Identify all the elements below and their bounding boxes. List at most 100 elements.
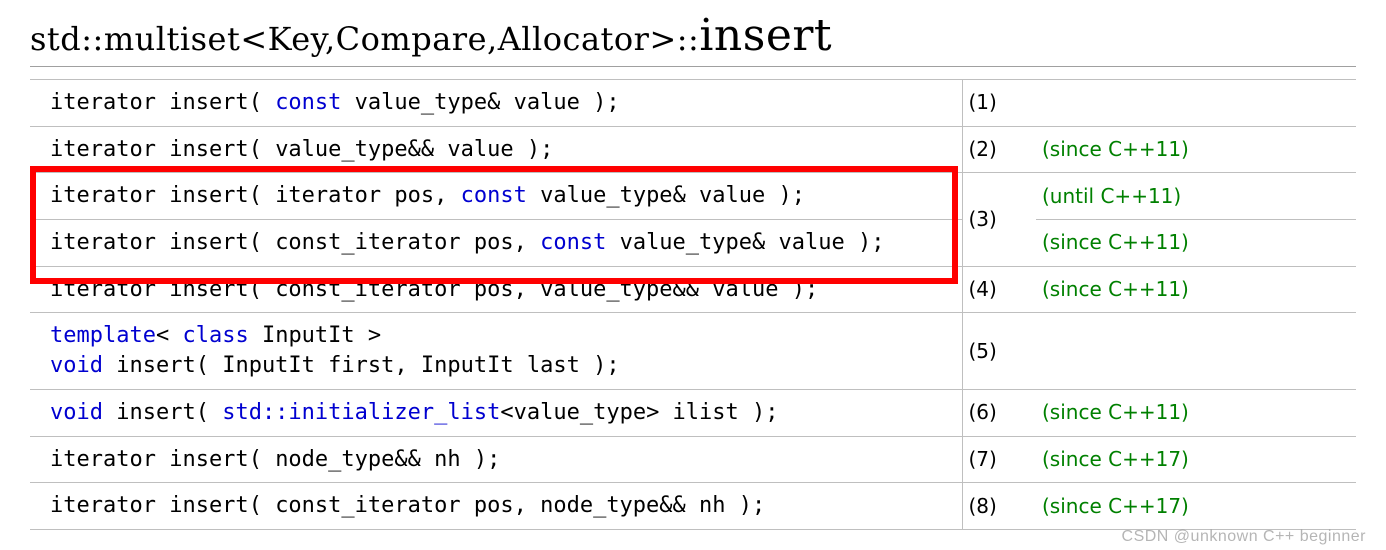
signature-cell: iterator insert( const_iterator pos, nod… — [30, 483, 962, 530]
code-token: & — [673, 183, 686, 208]
code-token: value — [765, 230, 858, 255]
code-token: iterator insert — [50, 277, 249, 302]
code-token: value_type — [275, 137, 407, 162]
code-token: value — [699, 277, 792, 302]
version-note: (since C++11) — [1036, 220, 1356, 267]
version-note: (since C++11) — [1036, 266, 1356, 313]
signature-cell: template< class InputIt >void insert( In… — [30, 313, 962, 389]
code-token: > — [368, 323, 381, 348]
code-token: iterator insert — [50, 493, 249, 518]
declarations-table: iterator insert( const value_type& value… — [30, 79, 1356, 530]
table-row: iterator insert( const_iterator pos, val… — [30, 266, 1356, 313]
version-note — [1036, 80, 1356, 127]
code-token: ( — [196, 353, 223, 378]
table-row: iterator insert( node_type&& nh ); (7)(si… — [30, 436, 1356, 483]
code-token: iterator insert — [50, 183, 249, 208]
code-token: const_iterator pos, value_type — [275, 277, 672, 302]
code-token: ; — [606, 353, 619, 378]
code-token: ) — [792, 277, 805, 302]
overload-number: (7) — [962, 436, 1036, 483]
code-line: iterator insert( iterator pos, const val… — [50, 181, 932, 211]
code-line: void insert( std::initializer_list<value… — [50, 398, 932, 428]
code-token: ( — [249, 277, 276, 302]
code-token: & — [487, 90, 500, 115]
code-token: < — [156, 323, 169, 348]
code-token: ; — [487, 447, 500, 472]
code-token: ) — [593, 353, 606, 378]
code-token: insert — [103, 353, 196, 378]
code-line: template< class InputIt > — [50, 321, 932, 351]
code-token: iterator insert — [50, 90, 249, 115]
code-line: iterator insert( const value_type& value… — [50, 88, 932, 118]
link-token: std::initializer_list — [222, 400, 500, 425]
code-token: ( — [249, 137, 276, 162]
code-token: const_iterator pos, node_type — [275, 493, 659, 518]
code-token: value_type — [527, 183, 673, 208]
code-token: ) — [593, 90, 606, 115]
title-prefix: std::multiset<Key,Compare,Allocator>:: — [30, 20, 699, 58]
table-row: iterator insert( const_iterator pos, con… — [30, 220, 1356, 267]
overload-number: (6) — [962, 389, 1036, 436]
code-token: ( — [249, 447, 276, 472]
code-token: ) — [527, 137, 540, 162]
code-token: ) — [752, 400, 765, 425]
code-token: iterator insert — [50, 137, 249, 162]
overload-number: (5) — [962, 313, 1036, 389]
code-token: nh — [686, 493, 739, 518]
version-note: (until C++11) — [1036, 173, 1356, 220]
code-token: nh — [421, 447, 474, 472]
code-token: iterator insert — [50, 447, 249, 472]
table-row: iterator insert( const value_type& value… — [30, 80, 1356, 127]
overload-number: (4) — [962, 266, 1036, 313]
signature-cell: iterator insert( value_type&& value ); — [30, 126, 962, 173]
code-token: value — [434, 137, 527, 162]
keyword-token: void — [50, 353, 103, 378]
code-token: ) — [474, 447, 487, 472]
code-token: ; — [792, 183, 805, 208]
version-note: (since C++17) — [1036, 436, 1356, 483]
code-token: ( — [249, 183, 276, 208]
code-token: && — [673, 277, 700, 302]
code-token: value — [686, 183, 779, 208]
code-line: iterator insert( const_iterator pos, val… — [50, 275, 932, 305]
code-token: ( — [196, 400, 223, 425]
code-token: < — [500, 400, 513, 425]
code-token: ( — [249, 230, 276, 255]
code-token: ; — [752, 493, 765, 518]
page-title: std::multiset<Key,Compare,Allocator>::in… — [30, 10, 1356, 67]
version-note — [1036, 313, 1356, 389]
code-token: value_type — [606, 230, 752, 255]
code-token: ilist — [659, 400, 752, 425]
table-row: iterator insert( const_iterator pos, nod… — [30, 483, 1356, 530]
keyword-token: void — [50, 400, 103, 425]
code-token: InputIt — [249, 323, 368, 348]
code-token: && — [394, 447, 421, 472]
code-token: && — [408, 137, 435, 162]
signature-cell: iterator insert( const_iterator pos, con… — [30, 220, 962, 267]
code-token: iterator insert — [50, 230, 249, 255]
code-token: ) — [858, 230, 871, 255]
code-token: ; — [805, 277, 818, 302]
code-token: value — [500, 90, 593, 115]
version-note: (since C++11) — [1036, 126, 1356, 173]
code-token: ( — [249, 90, 276, 115]
page: std::multiset<Key,Compare,Allocator>::in… — [0, 0, 1386, 550]
keyword-token: class — [182, 323, 248, 348]
code-line: iterator insert( const_iterator pos, nod… — [50, 491, 932, 521]
keyword-token: const — [540, 230, 606, 255]
code-token: ; — [606, 90, 619, 115]
code-token: node_type — [275, 447, 394, 472]
code-token: ; — [871, 230, 884, 255]
overload-number: (8) — [962, 483, 1036, 530]
code-line: iterator insert( const_iterator pos, con… — [50, 228, 932, 258]
code-token: iterator pos, — [275, 183, 460, 208]
watermark: CSDN @unknown C++ beginner — [1122, 528, 1366, 546]
title-name: insert — [699, 10, 832, 61]
table-row: template< class InputIt >void insert( In… — [30, 313, 1356, 389]
table-row: iterator insert( iterator pos, const val… — [30, 173, 1356, 220]
overload-number: (2) — [962, 126, 1036, 173]
code-token: ; — [540, 137, 553, 162]
code-token: value_type — [341, 90, 487, 115]
keyword-token: const — [461, 183, 527, 208]
signature-cell: void insert( std::initializer_list<value… — [30, 389, 962, 436]
